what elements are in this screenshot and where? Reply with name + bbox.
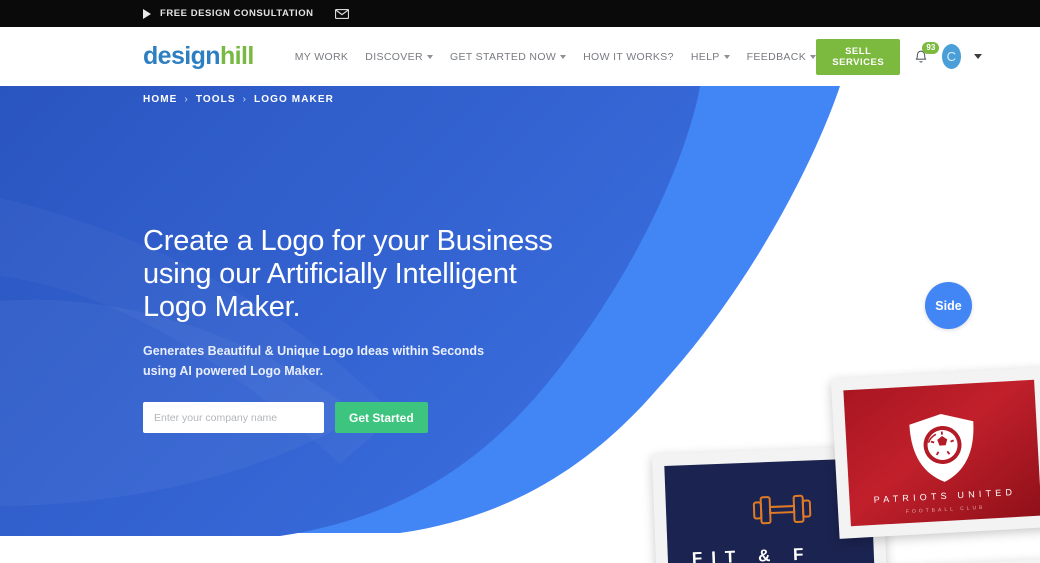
page-title-line-1: Create a Logo for your Business [143,225,553,257]
site-header: designhill MY WORK DISCOVER GET STARTED … [0,27,1040,86]
top-announcement-bar: FREE DESIGN CONSULTATION [0,0,1040,27]
chevron-down-icon [723,54,730,59]
nav-label: HOW IT WORKS? [583,50,674,63]
page-title-line-3: Logo Maker. [143,290,301,323]
card-artwork: PATRIOTS UNITED FOOTBALL CLUB [843,379,1040,527]
nav-item-how-it-works[interactable]: HOW IT WORKS? [583,51,674,63]
logo-text-design: design [143,42,221,70]
breadcrumb-item-tools[interactable]: TOOLS [196,94,236,105]
card-title: FIT & F [691,544,813,563]
header-actions: SELL SERVICES 93 C [816,38,982,75]
company-name-input[interactable] [143,402,324,434]
hero-subtitle-line-2: powered Logo Maker. [195,363,324,378]
breadcrumb-item-home[interactable]: HOME [143,94,177,105]
hero-subtitle: Generates Beautiful & Unique Logo Ideas … [143,342,493,381]
nav-label: MY WORK [294,50,349,63]
user-avatar[interactable]: C [941,44,961,69]
dumbbell-icon [752,494,812,525]
nav-item-feedback[interactable]: FEEDBACK [746,50,817,63]
nav-label: GET STARTED NOW [449,50,557,63]
hero-copy: Create a Logo for your Business using ou… [143,225,563,434]
page-title-line-2: using our Artificially Intelligent [143,257,517,290]
logo-maker-form: Get Started [143,402,563,434]
nav-item-my-work[interactable]: MY WORK [295,51,349,63]
breadcrumb: HOME › TOOLS › LOGO MAKER [143,94,334,105]
nav-item-get-started-now[interactable]: GET STARTED NOW [449,50,567,63]
page-title: Create a Logo for your Business using ou… [143,225,563,323]
chevron-down-icon [426,54,433,59]
patriots-united-logo-card[interactable]: PATRIOTS UNITED FOOTBALL CLUB [830,367,1040,539]
notifications-button[interactable]: 93 [913,41,940,68]
get-started-button[interactable]: Get Started [335,402,428,434]
nav-item-discover[interactable]: DISCOVER [365,51,433,63]
free-consultation-label[interactable]: FREE DESIGN CONSULTATION [160,8,314,19]
main-navigation: MY WORK DISCOVER GET STARTED NOW HOW IT … [295,50,817,63]
nav-item-help[interactable]: HELP [691,51,730,63]
play-triangle-icon [143,8,151,19]
nav-label: DISCOVER [365,50,423,63]
shield-soccer-icon [908,414,973,482]
breadcrumb-item-logo-maker: LOGO MAKER [254,94,334,105]
hero-section: HOME › TOOLS › LOGO MAKER Create a Logo … [0,86,1040,563]
notification-count-badge: 93 [922,41,940,54]
breadcrumb-separator: › [242,94,248,105]
logo-text-hill: hill [219,42,254,70]
side-tab-button[interactable]: Side [925,282,972,329]
nav-label: HELP [690,50,720,63]
designhill-logo[interactable]: designhill [143,44,254,69]
sell-services-button[interactable]: SELL SERVICES [816,38,901,75]
envelope-icon[interactable] [334,8,349,19]
nav-label: FEEDBACK [746,50,807,63]
account-chevron-down-icon[interactable] [973,54,982,59]
chevron-down-icon [560,54,567,59]
breadcrumb-separator: › [184,94,189,105]
